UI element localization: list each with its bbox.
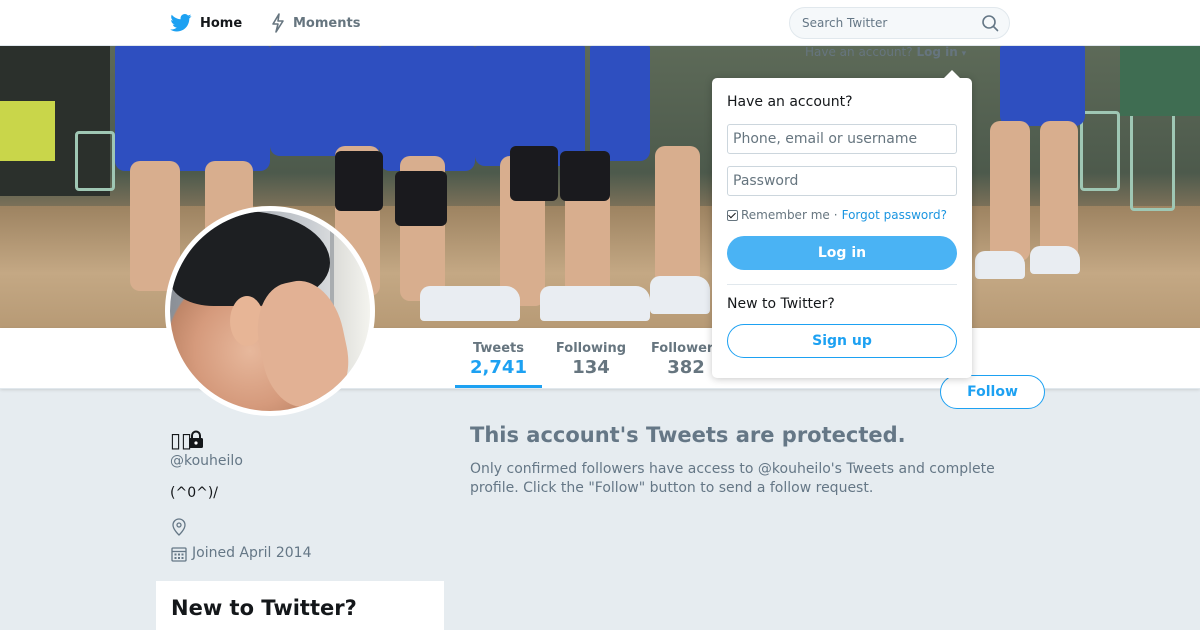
profile-bio: (^0^)/ [170,485,219,501]
avatar[interactable] [165,206,375,416]
lock-icon [189,430,203,448]
remember-me-row: Remember me · Forgot password? [727,208,947,222]
sneaker [975,251,1025,279]
top-navigation-bar: Home Moments [0,0,1200,46]
stat-tweets[interactable]: Tweets 2,741 [455,328,542,388]
username-field[interactable] [727,124,957,154]
remember-me-checkbox[interactable] [727,209,738,221]
new-to-twitter-heading: New to Twitter? [171,596,357,620]
spectator-shirt [0,101,55,161]
player-shorts [590,46,650,161]
location-pin-icon [172,518,186,536]
nav-home[interactable]: Home [170,0,242,46]
nav-moments[interactable]: Moments [271,0,360,46]
remember-me-label[interactable]: Remember me [741,208,830,222]
player-shorts [115,46,270,171]
player-shorts [270,46,380,156]
search-icon[interactable] [981,14,999,32]
search-input[interactable] [789,7,1010,39]
new-to-twitter-label: New to Twitter? [727,296,835,312]
sneaker [420,286,520,321]
player-leg [990,121,1030,261]
wall [1120,46,1200,116]
stat-following[interactable]: Following 134 [548,328,634,388]
protected-title: This account's Tweets are protected. [470,423,906,447]
sneaker [540,286,650,321]
calendar-icon [171,547,187,562]
knee-pad [335,151,383,211]
nav-home-label: Home [200,15,243,31]
separator-dot: · [833,208,838,222]
knee-pad [560,151,610,201]
login-button[interactable]: Log in [727,236,957,270]
password-field[interactable] [727,166,957,196]
header-login-label: Log in [916,45,958,59]
twitter-bird-icon [170,14,192,32]
stat-label: Tweets [472,341,525,356]
player-leg [1040,121,1078,261]
lightning-icon [272,13,284,33]
chair [1080,111,1120,191]
player-shorts [380,46,475,171]
signup-button[interactable]: Sign up [727,324,957,358]
stat-value: 134 [572,357,610,378]
sneaker [1030,246,1080,274]
nav-moments-label: Moments [293,15,361,31]
profile-joined-date: Joined April 2014 [192,545,312,561]
login-dropdown: Have an account? Remember me · Forgot pa… [712,78,972,378]
profile-handle[interactable]: @kouheilo [170,453,243,469]
chair [1130,111,1175,211]
sneaker [650,276,710,314]
dropdown-caret [943,70,961,79]
dropdown-divider [727,284,957,285]
header-have-account-text: Have an account? [805,45,913,59]
header-login-toggle[interactable]: Have an account? Log in ▾ [805,45,966,59]
follow-button[interactable]: Follow [940,375,1045,409]
knee-pad [510,146,558,201]
player-shorts [1000,46,1085,126]
login-dropdown-title: Have an account? [727,94,853,110]
knee-pad [395,171,447,226]
new-to-twitter-card: New to Twitter? [156,581,444,630]
protected-description: Only confirmed followers have access to … [470,461,995,496]
forgot-password-link[interactable]: Forgot password? [842,208,947,222]
stat-value: 2,741 [470,357,527,378]
stat-label: Following [555,341,627,356]
caret-down-icon: ▾ [961,49,967,59]
chair [75,131,115,191]
